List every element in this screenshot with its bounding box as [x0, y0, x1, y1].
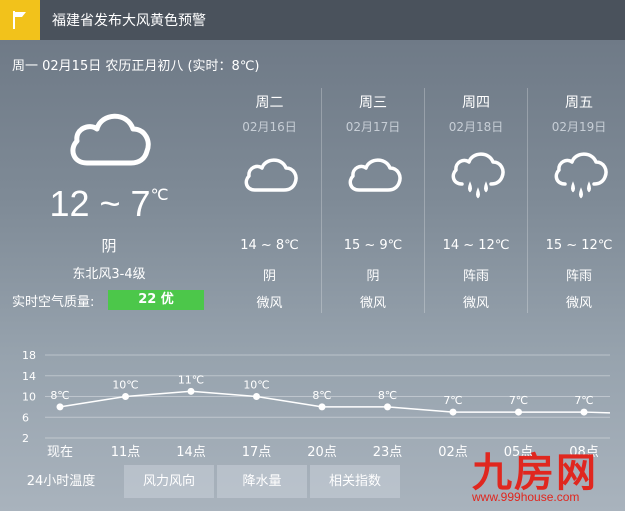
cloudy-icon: [345, 152, 403, 200]
forecast-date: 02月19日: [551, 120, 607, 134]
forecast-wind: 微风: [256, 296, 283, 311]
chart-point: [253, 393, 260, 400]
chart-y-tick-label: 2: [22, 432, 29, 445]
forecast-temp-range: 14 ~ 12℃: [442, 238, 510, 253]
forecast-day-1[interactable]: 周二 02月16日 14 ~ 8℃ 阴 微风: [218, 88, 321, 313]
chart-data-label: 8℃: [50, 389, 69, 402]
forecast-temp-range: 15 ~ 12℃: [545, 238, 613, 253]
chart-point: [122, 393, 129, 400]
shower-icon: [551, 152, 609, 206]
chart-data-label: 8℃: [312, 389, 331, 402]
forecast-temp-range: 15 ~ 9℃: [343, 238, 403, 253]
forecast-condition: 阴: [262, 269, 276, 284]
cloudy-icon: [65, 103, 153, 175]
forecast-date: 02月16日: [242, 120, 297, 134]
tab-24h-temperature[interactable]: 24小时温度: [0, 465, 122, 498]
forecast-condition: 阴: [366, 269, 380, 284]
chart-x-tick-label: 现在: [47, 445, 73, 460]
forecast-day-name: 周五: [565, 95, 593, 111]
tab-indices[interactable]: 相关指数: [310, 465, 400, 498]
forecast-temp-range: 14 ~ 8℃: [240, 238, 299, 253]
chart-data-label: 7℃: [574, 394, 593, 407]
forecast-day-name: 周四: [462, 95, 490, 111]
alert-bar[interactable]: 福建省发布大风黄色预警: [0, 0, 625, 40]
chart-x-tick-label: 11点: [111, 445, 141, 460]
chart-point: [449, 408, 457, 416]
chart-x-tick-label: 17点: [242, 445, 272, 460]
today-condition: 阴: [101, 237, 117, 255]
today-temperature: 12 ~ 7℃: [0, 183, 218, 225]
shower-icon: [448, 152, 506, 206]
chart-x-tick-label: 23点: [373, 445, 403, 460]
chart-y-tick-label: 14: [22, 370, 36, 383]
aqi-label: 实时空气质量:: [12, 295, 95, 310]
chart-x-tick-label: 14点: [176, 445, 206, 460]
chart-data-label: 7℃: [443, 394, 462, 407]
forecast-day-name: 周三: [359, 95, 387, 111]
chart-x-tick-label: 02点: [438, 445, 468, 460]
forecast-date: 02月18日: [448, 120, 504, 134]
chart-x-tick-label: 20点: [307, 445, 337, 460]
chart-point: [515, 408, 522, 416]
alert-text[interactable]: 福建省发布大风黄色预警: [52, 10, 206, 30]
forecast-condition: 阵雨: [462, 269, 489, 284]
chart-y-tick-label: 18: [22, 349, 36, 362]
forecast-day-name: 周二: [255, 95, 284, 111]
tab-wind[interactable]: 风力风向: [124, 465, 214, 498]
today-temp-unit: ℃: [150, 187, 169, 204]
cloudy-icon: [241, 152, 299, 200]
forecast-date: 02月17日: [345, 120, 401, 134]
chart-data-label: 8℃: [378, 389, 397, 402]
forecast-condition: 阵雨: [565, 269, 592, 284]
forecast-day-2[interactable]: 周三 02月17日 15 ~ 9℃ 阴 微风: [321, 88, 424, 313]
forecast-day-3[interactable]: 周四 02月18日 14 ~ 12℃ 阵雨 微风: [424, 88, 527, 313]
chart-point: [384, 403, 391, 411]
tab-precipitation[interactable]: 降水量: [217, 465, 307, 498]
chart-data-label: 7℃: [509, 394, 528, 407]
alert-flag-icon: [0, 0, 40, 40]
chart-data-label: 10℃: [243, 379, 269, 392]
forecast-wind: 微风: [565, 296, 592, 311]
aqi-badge[interactable]: 22 优: [108, 290, 204, 310]
watermark-url: www.999house.com: [472, 490, 580, 504]
chart-point: [318, 403, 326, 411]
date-line: 周一 02月15日 农历正月初八 (实时：8℃): [12, 59, 260, 74]
forecast-day-4[interactable]: 周五 02月19日 15 ~ 12℃ 阵雨 微风: [527, 88, 625, 313]
today-panel: 12 ~ 7℃ 阴 东北风3-4级 实时空气质量: 22 优: [0, 95, 218, 320]
chart-y-tick-label: 10: [22, 391, 36, 404]
chart-y-tick-label: 6: [22, 411, 29, 424]
today-wind: 东北风3-4级: [72, 267, 146, 282]
today-temp-range: 12 ~ 7: [49, 183, 151, 224]
forecast-wind: 微风: [359, 296, 386, 311]
chart-data-label: 11℃: [178, 373, 204, 386]
chart-point: [56, 403, 64, 411]
watermark: 九房网 www.999house.com: [470, 440, 625, 511]
chart-point: [187, 387, 195, 395]
forecast-wind: 微风: [462, 296, 489, 311]
chart-data-label: 10℃: [112, 379, 138, 392]
chart-point: [580, 408, 588, 416]
